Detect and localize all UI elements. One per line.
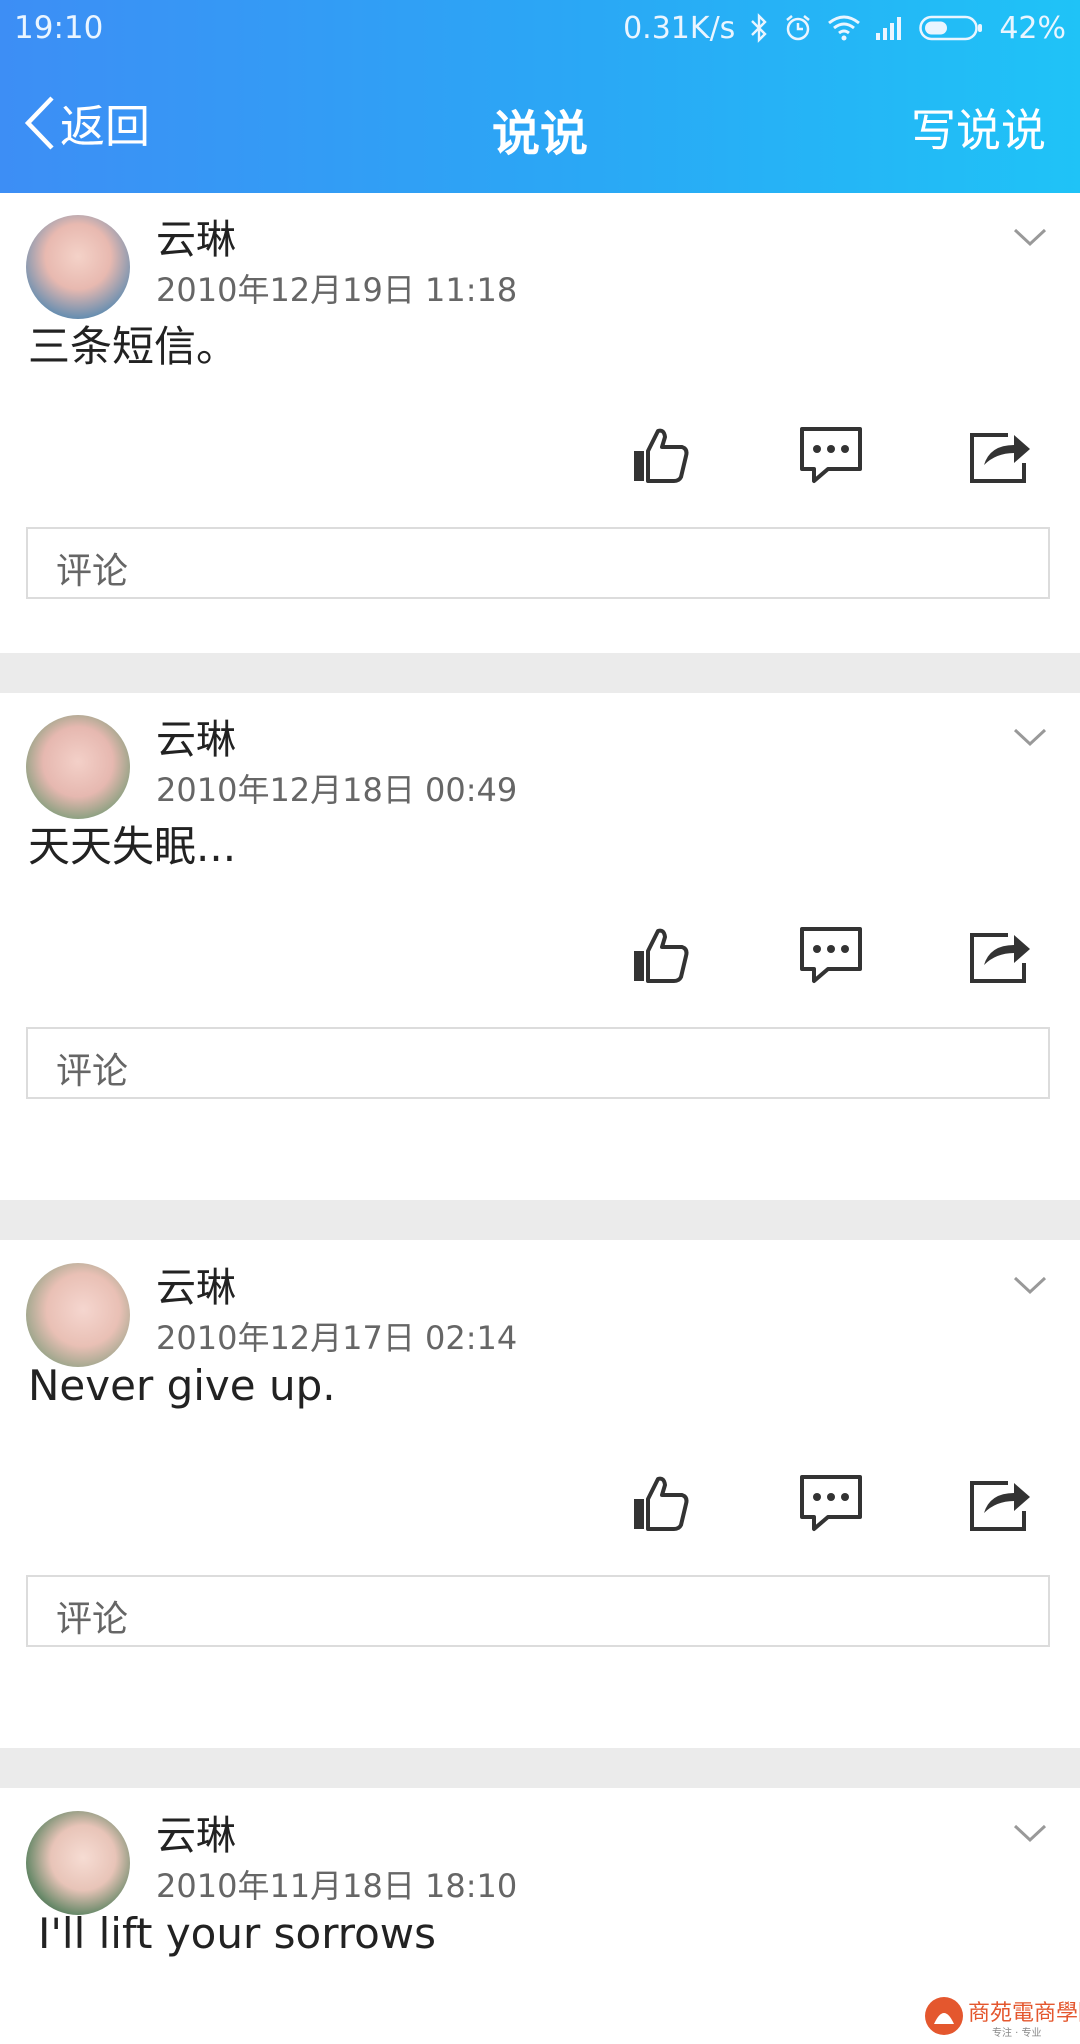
feed-post: 云琳 2010年12月17日 02:14 Never give up. 评论 xyxy=(0,1241,1080,1748)
comment-input[interactable]: 评论 xyxy=(26,1575,1050,1647)
status-time: 19:10 xyxy=(14,10,104,46)
network-speed: 0.31K/s xyxy=(623,10,736,46)
post-content: I'll lift your sorrows xyxy=(38,1909,436,1958)
share-button[interactable] xyxy=(968,925,1034,989)
comment-input[interactable]: 评论 xyxy=(26,527,1050,599)
post-timestamp: 2010年12月18日 00:49 xyxy=(156,771,518,809)
svg-text:专注 · 专业: 专注 · 专业 xyxy=(992,2026,1042,2039)
post-content: 三条短信。 xyxy=(28,322,239,371)
like-button[interactable] xyxy=(630,1473,690,1537)
chevron-down-icon[interactable] xyxy=(1012,1275,1048,1301)
post-timestamp: 2010年12月17日 02:14 xyxy=(156,1319,518,1357)
post-username[interactable]: 云琳 xyxy=(156,207,236,265)
thumbs-up-icon xyxy=(634,428,689,483)
avatar[interactable] xyxy=(26,715,130,819)
post-divider xyxy=(0,653,1080,693)
like-button[interactable] xyxy=(630,925,690,989)
comment-button[interactable] xyxy=(798,1473,864,1537)
status-bar: 19:10 0.31K/s 42% xyxy=(0,0,1080,56)
comment-icon xyxy=(800,1475,862,1531)
post-username[interactable]: 云琳 xyxy=(156,1803,236,1861)
share-icon xyxy=(970,1481,1030,1531)
comment-icon xyxy=(800,927,862,983)
feed-post: 云琳 2010年12月18日 00:49 天天失眠... 评论 xyxy=(0,693,1080,1200)
wifi-icon xyxy=(827,14,861,42)
post-divider xyxy=(0,1748,1080,1788)
watermark-logo: 商苑電商學院 专注 · 专业 xyxy=(922,1992,1080,2040)
post-divider xyxy=(0,1200,1080,1240)
post-timestamp: 2010年12月19日 11:18 xyxy=(156,271,518,309)
battery-icon xyxy=(919,14,985,42)
like-button[interactable] xyxy=(630,425,690,489)
avatar[interactable] xyxy=(26,215,130,319)
thumbs-up-icon xyxy=(634,1476,689,1531)
comment-icon xyxy=(800,427,862,483)
share-icon xyxy=(970,933,1030,983)
post-content: 天天失眠... xyxy=(28,822,237,871)
chevron-down-icon[interactable] xyxy=(1012,727,1048,753)
post-username[interactable]: 云琳 xyxy=(156,707,236,765)
chevron-down-icon[interactable] xyxy=(1012,227,1048,253)
post-timestamp: 2010年11月18日 18:10 xyxy=(156,1867,518,1905)
comment-button[interactable] xyxy=(798,425,864,489)
feed-post: 云琳 2010年11月18日 18:10 I'll lift your sorr… xyxy=(0,1789,1080,2040)
share-button[interactable] xyxy=(968,1473,1034,1537)
comment-input[interactable]: 评论 xyxy=(26,1027,1050,1099)
bluetooth-icon xyxy=(749,13,769,43)
svg-text:商苑電商學院: 商苑電商學院 xyxy=(968,2001,1080,2026)
write-post-button[interactable]: 写说说 xyxy=(911,94,1046,159)
chevron-down-icon[interactable] xyxy=(1012,1823,1048,1849)
post-content: Never give up. xyxy=(28,1361,336,1410)
status-icons: 0.31K/s 42% xyxy=(623,10,1066,46)
post-username[interactable]: 云琳 xyxy=(156,1255,236,1313)
thumbs-up-icon xyxy=(634,928,689,983)
app-header: 19:10 0.31K/s 42% 返回 说说 写说说 xyxy=(0,0,1080,193)
avatar[interactable] xyxy=(26,1811,130,1915)
alarm-icon xyxy=(783,13,813,43)
navigation-bar: 返回 说说 写说说 xyxy=(0,56,1080,193)
battery-level: 42% xyxy=(999,10,1066,46)
signal-icon xyxy=(875,15,905,41)
feed-post: 云琳 2010年12月19日 11:18 三条短信。 评论 xyxy=(0,193,1080,653)
avatar[interactable] xyxy=(26,1263,130,1367)
comment-button[interactable] xyxy=(798,925,864,989)
share-button[interactable] xyxy=(968,425,1034,489)
share-icon xyxy=(970,433,1030,483)
